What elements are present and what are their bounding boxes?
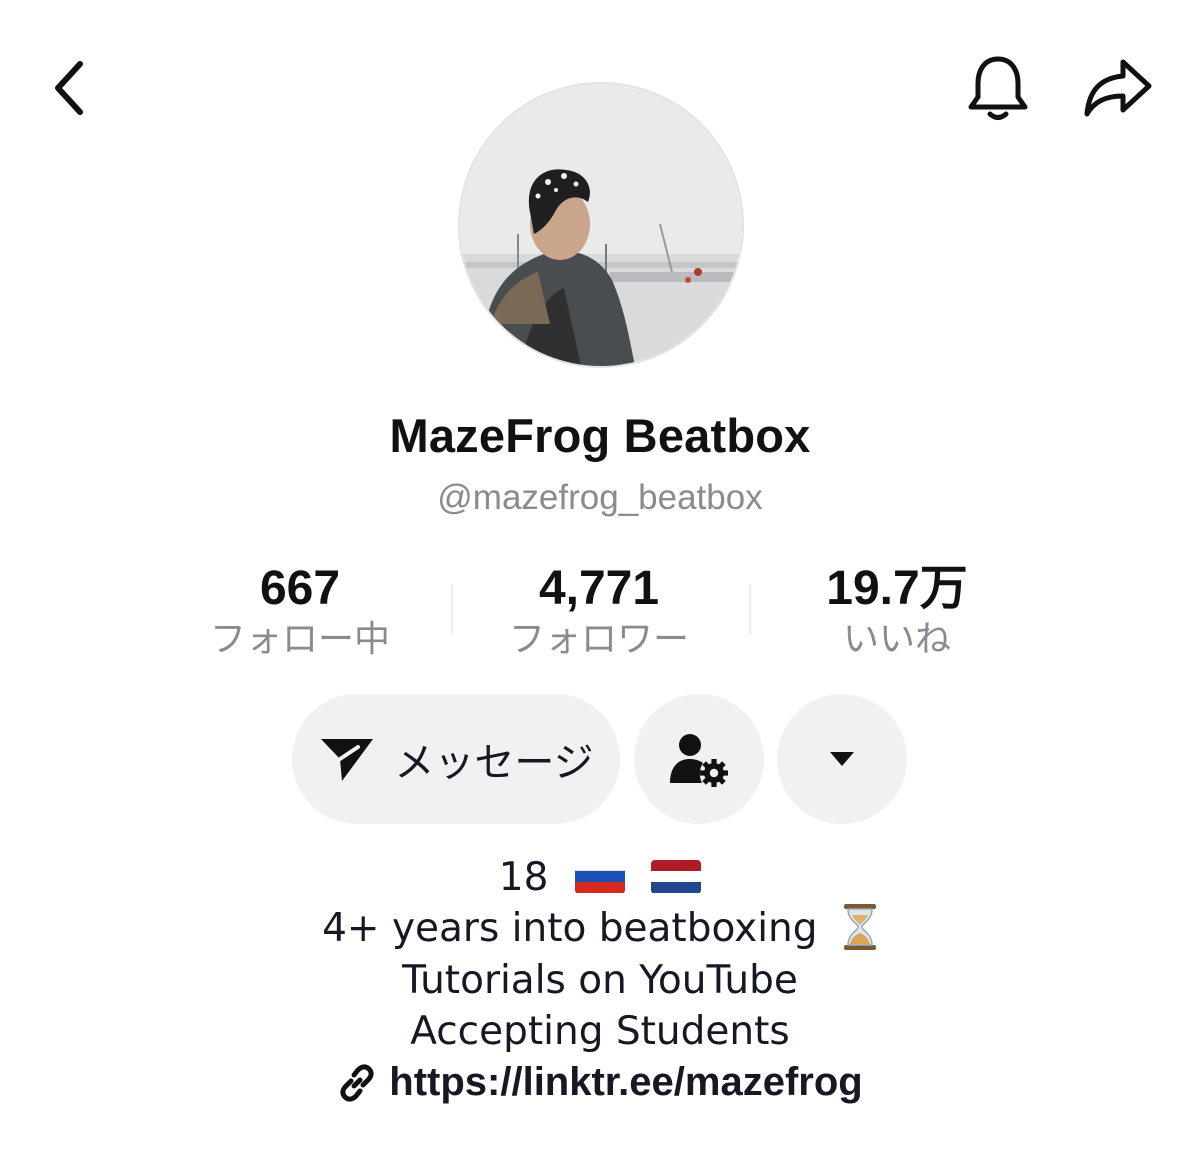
- bio-link[interactable]: https://linktr.ee/mazefrog: [0, 1060, 1200, 1105]
- bio-line: Tutorials on YouTube: [402, 957, 798, 1003]
- display-name: MazeFrog Beatbox: [389, 409, 811, 462]
- likes-label: いいね: [842, 619, 951, 660]
- avatar[interactable]: [458, 82, 744, 368]
- link-icon: [340, 1063, 374, 1102]
- chevron-left-icon: [55, 61, 83, 115]
- followers-label: フォロワー: [508, 619, 689, 660]
- stat-likes[interactable]: 19.7万 いいね: [747, 560, 1047, 662]
- likes-count: 19.7万: [826, 562, 968, 615]
- bio-age-line: 18: [0, 852, 1200, 903]
- russia-flag: [574, 859, 625, 894]
- hourglass-icon: [843, 903, 876, 950]
- message-label: メッセージ: [394, 740, 594, 786]
- bio-line: 4+ years into beatboxing: [0, 903, 1200, 955]
- following-count: 667: [259, 562, 341, 615]
- message-button[interactable]: メッセージ: [292, 694, 620, 824]
- back-button[interactable]: [36, 52, 100, 124]
- share-button[interactable]: [1078, 52, 1156, 124]
- username-handle: @mazefrog_beatbox: [437, 478, 763, 517]
- netherlands-flag: [651, 859, 702, 894]
- bio-link-text: https://linktr.ee/mazefrog: [389, 1060, 863, 1104]
- notification-button[interactable]: [962, 50, 1034, 126]
- share-arrow-icon: [1084, 59, 1152, 117]
- following-label: フォロー中: [209, 619, 390, 660]
- avatar-photo: [460, 84, 742, 366]
- stat-following[interactable]: 667 フォロー中: [150, 560, 450, 662]
- bio-age: 18: [498, 855, 549, 900]
- bio-text: 4+ years into beatboxing: [322, 906, 818, 951]
- profile-page: MazeFrog Beatbox @mazefrog_beatbox 667 フ…: [0, 0, 1200, 1152]
- send-icon: [321, 739, 374, 781]
- stat-followers[interactable]: 4,771 フォロワー: [449, 560, 749, 662]
- bell-icon: [968, 56, 1028, 120]
- followers-count: 4,771: [538, 562, 660, 615]
- caret-down-icon: [830, 752, 854, 766]
- more-options-button[interactable]: [777, 694, 907, 824]
- user-gear-icon: [670, 734, 728, 787]
- friend-settings-button[interactable]: [634, 694, 764, 824]
- bio-line: Accepting Students: [410, 1008, 790, 1054]
- bio: 18 4+ years into beatboxing Tutorials on…: [0, 852, 1200, 1057]
